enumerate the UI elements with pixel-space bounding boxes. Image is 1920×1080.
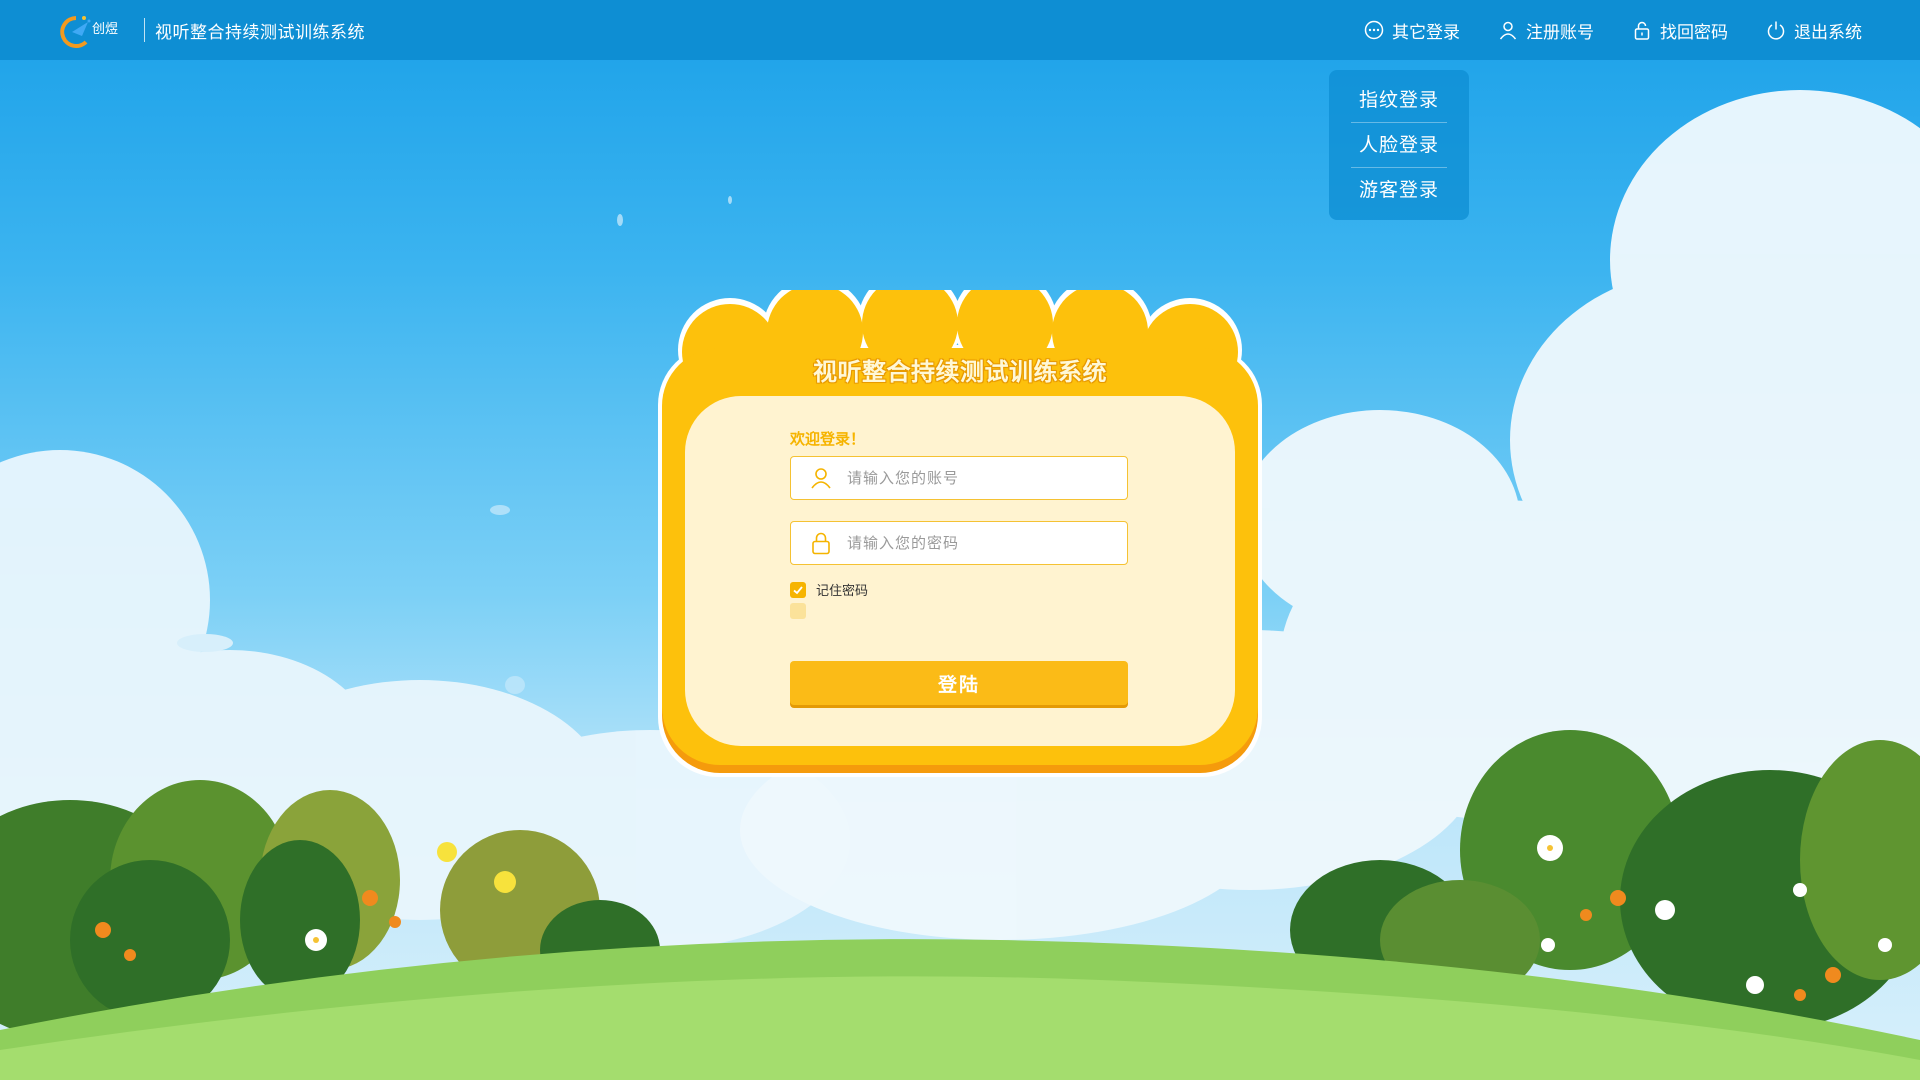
nav-exit[interactable]: 退出系统 bbox=[1766, 0, 1862, 60]
password-input[interactable] bbox=[845, 533, 1127, 553]
user-icon bbox=[811, 468, 831, 489]
nav-register-label: 注册账号 bbox=[1526, 22, 1594, 43]
more-circle-icon bbox=[1364, 20, 1384, 40]
top-bar: 创煜 视听整合持续测试训练系统 其它登录 注册账号 找回密码 退出系统 bbox=[0, 0, 1920, 60]
nav-register[interactable]: 注册账号 bbox=[1498, 0, 1594, 60]
login-card-title: 视听整合持续测试训练系统 bbox=[813, 358, 1107, 386]
dropdown-guest-login[interactable]: 游客登录 bbox=[1351, 168, 1447, 212]
power-icon bbox=[1767, 21, 1785, 40]
empty-checkbox[interactable] bbox=[790, 603, 806, 619]
logo: 创煜 bbox=[58, 10, 138, 50]
other-login-dropdown: 指纹登录 人脸登录 游客登录 bbox=[1329, 70, 1469, 220]
nav-exit-label: 退出系统 bbox=[1794, 22, 1862, 43]
app-title: 视听整合持续测试训练系统 bbox=[155, 22, 365, 43]
nav-find-password[interactable]: 找回密码 bbox=[1632, 0, 1728, 60]
login-button[interactable]: 登陆 bbox=[790, 661, 1128, 705]
welcome-text: 欢迎登录！ bbox=[790, 430, 866, 448]
remember-checkbox[interactable] bbox=[790, 581, 806, 598]
lock-icon bbox=[1634, 21, 1650, 40]
nav-find-password-label: 找回密码 bbox=[1660, 22, 1728, 43]
brand: 创煜 视听整合持续测试训练系统 bbox=[58, 0, 365, 60]
login-form: 欢迎登录！ 记住密码 登陆 bbox=[685, 396, 1235, 746]
nav-other-login-label: 其它登录 bbox=[1392, 22, 1460, 43]
top-nav: 其它登录 注册账号 找回密码 退出系统 bbox=[1364, 0, 1862, 60]
remember-password[interactable]: 记住密码 bbox=[790, 580, 868, 599]
remember-label: 记住密码 bbox=[816, 584, 869, 599]
logo-text: 创煜 bbox=[92, 22, 119, 37]
brand-divider bbox=[144, 18, 145, 42]
login-card: 视听整合持续测试训练系统 欢迎登录！ 记住密码 bbox=[655, 290, 1265, 780]
account-input[interactable] bbox=[845, 468, 1127, 488]
dropdown-face-login[interactable]: 人脸登录 bbox=[1351, 123, 1447, 168]
dropdown-fingerprint-login[interactable]: 指纹登录 bbox=[1351, 78, 1447, 123]
user-icon bbox=[1499, 21, 1517, 40]
lock-icon bbox=[812, 532, 830, 555]
nav-other-login[interactable]: 其它登录 bbox=[1364, 0, 1460, 60]
check-icon bbox=[793, 585, 803, 594]
account-field[interactable] bbox=[790, 456, 1128, 500]
password-field[interactable] bbox=[790, 521, 1128, 565]
